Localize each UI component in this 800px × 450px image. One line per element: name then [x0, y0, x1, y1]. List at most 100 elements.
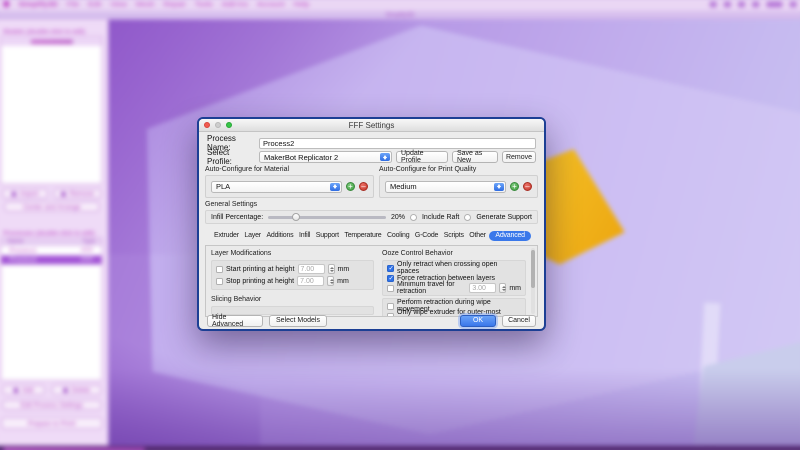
add-process-button[interactable]: Add — [2, 385, 45, 395]
start-height-input[interactable]: 7.00 — [298, 264, 325, 274]
stop-height-label: Stop printing at height — [226, 278, 294, 285]
process-row-selected[interactable]: Process2 FFF — [1, 255, 101, 264]
menu-account[interactable]: Account — [257, 0, 284, 8]
menu-view[interactable]: View — [110, 0, 126, 8]
tab-other[interactable]: Other — [467, 231, 488, 240]
tab-infill[interactable]: Infill — [297, 231, 312, 240]
menubar-app-name[interactable]: Simplify3D — [18, 0, 57, 8]
infill-percentage-label: Infill Percentage: — [211, 214, 263, 221]
process-row[interactable]: Process1 FFF — [1, 246, 101, 255]
window-title: Simplify3D — [385, 12, 414, 18]
models-list-item[interactable] — [1, 37, 101, 46]
status-icon[interactable] — [738, 1, 745, 7]
screen: Simplify3D File Edit View Mesh Repair To… — [0, 0, 800, 450]
save-as-new-button[interactable]: Save as New — [452, 151, 498, 163]
menu-file[interactable]: File — [67, 0, 79, 8]
add-quality-button[interactable] — [510, 182, 519, 191]
ok-button[interactable]: OK — [460, 315, 496, 327]
include-raft-label: Include Raft — [422, 214, 459, 221]
cancel-button[interactable]: Cancel — [502, 315, 536, 327]
scrollbar-thumb[interactable] — [531, 250, 535, 288]
status-icon[interactable] — [724, 1, 731, 7]
prepare-to-print-button[interactable]: Prepare to Print! — [1, 417, 102, 429]
dialog-title: FFF Settings — [199, 121, 544, 130]
tab-support[interactable]: Support — [314, 231, 341, 240]
material-group: Auto-Configure for Material PLA — [205, 166, 374, 198]
select-models-button[interactable]: Select Models — [269, 315, 327, 327]
sidebar: Models (double-click to edit) Import Rem… — [0, 20, 109, 446]
start-height-unit: mm — [338, 266, 350, 273]
popup-arrows-icon — [330, 183, 340, 191]
menu-repair[interactable]: Repair — [163, 0, 185, 8]
tab-layer[interactable]: Layer — [242, 231, 263, 240]
apple-menu-icon[interactable] — [3, 0, 9, 7]
popup-arrows-icon — [494, 183, 504, 191]
status-icon[interactable] — [790, 1, 797, 7]
processes-list[interactable]: Name Type Process1 FFF Process2 FFF — [0, 237, 102, 381]
status-icon[interactable] — [710, 1, 717, 7]
edit-process-settings-button[interactable]: Edit Process Settings — [2, 400, 101, 410]
stop-height-checkbox[interactable] — [216, 278, 223, 285]
models-list[interactable] — [0, 36, 102, 185]
menubar: Simplify3D File Edit View Mesh Repair To… — [0, 0, 800, 10]
remove-quality-button[interactable] — [523, 182, 532, 191]
hide-advanced-button[interactable]: Hide Advanced — [207, 315, 263, 327]
min-travel-input[interactable]: 3.00 — [469, 283, 496, 293]
include-raft-checkbox[interactable] — [410, 214, 417, 221]
menu-help[interactable]: Help — [294, 0, 310, 8]
stepper-icon[interactable] — [328, 264, 335, 274]
tab-additions[interactable]: Additions — [264, 231, 295, 240]
update-profile-button[interactable]: Update Profile — [396, 151, 448, 163]
stepper-icon[interactable] — [499, 283, 506, 293]
dialog-titlebar[interactable]: FFF Settings — [199, 119, 544, 132]
center-arrange-button[interactable]: Center and Arrange — [4, 202, 99, 212]
tab-temperature[interactable]: Temperature — [342, 231, 383, 240]
start-height-checkbox[interactable] — [216, 266, 223, 273]
infill-slider[interactable] — [268, 212, 386, 222]
infill-percentage-value: 20% — [391, 214, 405, 221]
dialog-body: Process Name: Process2 Select Profile: M… — [199, 132, 544, 329]
menu-edit[interactable]: Edit — [88, 0, 101, 8]
remove-button[interactable]: Remove — [54, 189, 102, 199]
delete-process-button[interactable]: Delete — [52, 385, 102, 395]
process-name-input[interactable]: Process2 — [259, 138, 536, 149]
menu-mesh[interactable]: Mesh — [136, 0, 155, 8]
window-titlebar: Simplify3D — [0, 10, 800, 19]
generate-support-label: Generate Support — [476, 214, 532, 221]
quality-select[interactable]: Medium — [385, 181, 506, 193]
menubar-status-area — [710, 1, 797, 7]
wipe-retraction-checkbox[interactable] — [387, 303, 394, 310]
material-select[interactable]: PLA — [211, 181, 342, 193]
start-height-label: Start printing at height — [226, 266, 295, 273]
clock-icon[interactable] — [766, 1, 782, 7]
profile-select[interactable]: MakerBot Replicator 2 — [259, 151, 392, 163]
tab-gcode[interactable]: G-Code — [413, 231, 440, 240]
stop-height-unit: mm — [337, 278, 349, 285]
slider-thumb[interactable] — [292, 213, 300, 221]
generate-support-checkbox[interactable] — [464, 214, 471, 221]
scrollbar[interactable] — [531, 248, 535, 314]
import-button[interactable]: Import — [2, 189, 48, 199]
remove-profile-button[interactable]: Remove — [502, 151, 536, 163]
tab-scripts[interactable]: Scripts — [442, 231, 466, 240]
general-settings-group: General Settings Infill Percentage: 20% … — [205, 201, 538, 224]
menu-tools[interactable]: Tools — [195, 0, 213, 8]
import-icon — [12, 191, 17, 196]
tab-advanced[interactable]: Advanced — [489, 231, 531, 241]
remove-material-button[interactable] — [359, 182, 368, 191]
tab-extruder[interactable]: Extruder — [212, 231, 241, 240]
only-retract-checkbox[interactable] — [387, 265, 394, 272]
status-icon[interactable] — [752, 1, 759, 7]
stepper-icon[interactable] — [327, 276, 334, 286]
quality-group: Auto-Configure for Print Quality Medium — [379, 166, 538, 198]
popup-arrows-icon — [380, 153, 390, 161]
menu-addins[interactable]: Add-Ins — [222, 0, 248, 8]
add-material-button[interactable] — [346, 182, 355, 191]
min-travel-checkbox[interactable] — [387, 285, 394, 292]
tab-cooling[interactable]: Cooling — [385, 231, 411, 240]
slicing-behavior-label: Slicing Behavior — [211, 296, 374, 304]
stop-height-input[interactable]: 7.00 — [297, 276, 324, 286]
ooze-control-label: Ooze Control Behavior — [382, 250, 526, 258]
force-retraction-checkbox[interactable] — [387, 275, 394, 282]
select-profile-label: Select Profile: — [207, 148, 255, 166]
